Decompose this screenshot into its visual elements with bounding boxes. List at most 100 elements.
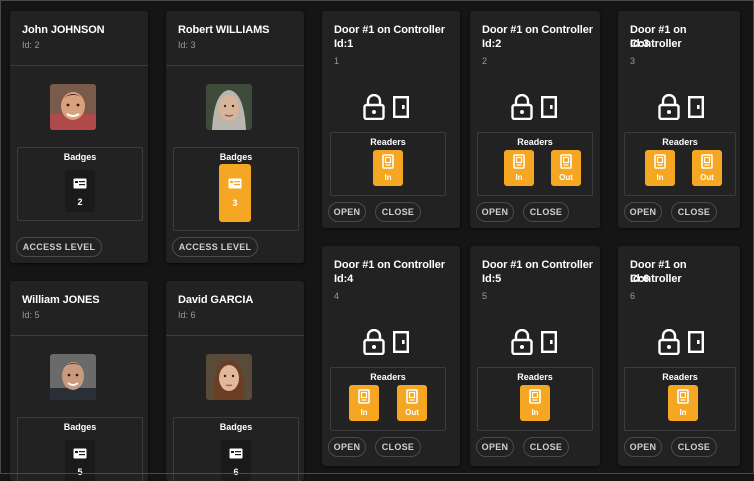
door-status-icons bbox=[363, 94, 413, 120]
door-icon[interactable] bbox=[688, 331, 704, 353]
door-icon[interactable] bbox=[393, 96, 409, 118]
door-card: Door #1 on Controller Id:4 4 Readers In … bbox=[322, 246, 460, 466]
reader-item[interactable]: Out bbox=[397, 385, 427, 421]
reader-label: In bbox=[384, 173, 392, 182]
door-number: 3 bbox=[630, 56, 636, 66]
badges-section: Badges 3 bbox=[173, 147, 299, 231]
door-icon[interactable] bbox=[541, 96, 557, 118]
readers-title: Readers bbox=[370, 137, 406, 147]
badge-count: 6 bbox=[233, 467, 239, 477]
badge-item[interactable]: 5 bbox=[65, 440, 95, 481]
badges-title: Badges bbox=[219, 152, 253, 162]
id-card-icon bbox=[229, 448, 243, 459]
badges-section: Badges 5 bbox=[17, 417, 143, 481]
readers-section: Readers In Out bbox=[477, 132, 593, 196]
lock-icon[interactable] bbox=[658, 94, 680, 120]
reader-item[interactable]: Out bbox=[692, 150, 722, 186]
door-status-icons bbox=[363, 329, 413, 355]
door-number: 2 bbox=[482, 56, 488, 66]
open-button[interactable]: OPEN bbox=[476, 202, 514, 222]
door-number: 1 bbox=[334, 56, 340, 66]
reader-label: In bbox=[531, 408, 539, 417]
door-status-icons bbox=[511, 94, 561, 120]
door-card: Door #1 on Controller Id:3 3 Readers In … bbox=[618, 11, 740, 228]
door-card: Door #1 on Controller Id:1 1 Readers In … bbox=[322, 11, 460, 228]
close-button[interactable]: CLOSE bbox=[671, 202, 717, 222]
door-id: Id:6 bbox=[630, 273, 650, 285]
badge-item[interactable]: 3 bbox=[219, 164, 251, 222]
user-name: John JOHNSON bbox=[22, 24, 105, 36]
reader-item[interactable]: Out bbox=[551, 150, 581, 186]
lock-icon[interactable] bbox=[363, 94, 385, 120]
user-card: William JONES Id: 5 Badges 5 bbox=[10, 281, 148, 481]
badge-item[interactable]: 6 bbox=[221, 440, 251, 481]
door-card: Door #1 on Controller Id:2 2 Readers In … bbox=[470, 11, 600, 228]
badge-count: 3 bbox=[232, 198, 238, 208]
open-button[interactable]: OPEN bbox=[328, 437, 366, 457]
id-card-icon bbox=[228, 178, 242, 189]
door-id: Id:3 bbox=[630, 38, 650, 50]
lock-icon[interactable] bbox=[511, 329, 533, 355]
lock-icon[interactable] bbox=[658, 329, 680, 355]
close-button[interactable]: CLOSE bbox=[375, 437, 421, 457]
user-id: Id: 2 bbox=[22, 40, 40, 50]
card-reader-icon bbox=[406, 389, 418, 404]
reader-item[interactable]: In bbox=[520, 385, 550, 421]
badges-section: Badges 6 bbox=[173, 417, 299, 481]
reader-item[interactable]: In bbox=[668, 385, 698, 421]
avatar[interactable] bbox=[206, 84, 252, 130]
card-reader-icon bbox=[560, 154, 572, 169]
readers-title: Readers bbox=[370, 372, 406, 382]
door-icon[interactable] bbox=[541, 331, 557, 353]
door-title: Door #1 on Controller bbox=[334, 259, 445, 271]
close-button[interactable]: CLOSE bbox=[523, 202, 569, 222]
door-number: 6 bbox=[630, 291, 636, 301]
access-level-button[interactable]: ACCESS LEVEL bbox=[16, 237, 102, 257]
badges-section: Badges 2 bbox=[17, 147, 143, 221]
readers-section: Readers In Out bbox=[330, 367, 446, 431]
lock-icon[interactable] bbox=[511, 94, 533, 120]
door-status-icons bbox=[658, 94, 708, 120]
reader-label: In bbox=[360, 408, 368, 417]
door-id: Id:4 bbox=[334, 273, 354, 285]
user-name: David GARCIA bbox=[178, 294, 254, 306]
badges-title: Badges bbox=[63, 152, 97, 162]
reader-label: In bbox=[679, 408, 687, 417]
open-button[interactable]: OPEN bbox=[624, 202, 662, 222]
id-card-icon bbox=[73, 178, 87, 189]
readers-title: Readers bbox=[662, 137, 698, 147]
id-card-icon bbox=[73, 448, 87, 459]
reader-item[interactable]: In bbox=[373, 150, 403, 186]
door-icon[interactable] bbox=[688, 96, 704, 118]
reader-label: Out bbox=[559, 173, 573, 182]
reader-item[interactable]: In bbox=[645, 150, 675, 186]
door-icon[interactable] bbox=[393, 331, 409, 353]
access-level-button[interactable]: ACCESS LEVEL bbox=[172, 237, 258, 257]
card-reader-icon bbox=[358, 389, 370, 404]
avatar[interactable] bbox=[50, 354, 96, 400]
user-card: Robert WILLIAMS Id: 3 Badges 3 ACCESS LE… bbox=[166, 11, 304, 263]
card-reader-icon bbox=[677, 389, 689, 404]
close-button[interactable]: CLOSE bbox=[523, 437, 569, 457]
close-button[interactable]: CLOSE bbox=[375, 202, 421, 222]
user-name: William JONES bbox=[22, 294, 100, 306]
user-id: Id: 3 bbox=[178, 40, 196, 50]
avatar[interactable] bbox=[206, 354, 252, 400]
card-reader-icon bbox=[701, 154, 713, 169]
reader-item[interactable]: In bbox=[504, 150, 534, 186]
badge-item[interactable]: 2 bbox=[65, 170, 95, 212]
reader-label: In bbox=[515, 173, 523, 182]
open-button[interactable]: OPEN bbox=[328, 202, 366, 222]
reader-item[interactable]: In bbox=[349, 385, 379, 421]
door-number: 4 bbox=[334, 291, 340, 301]
avatar[interactable] bbox=[50, 84, 96, 130]
open-button[interactable]: OPEN bbox=[624, 437, 662, 457]
reader-label: Out bbox=[700, 173, 714, 182]
close-button[interactable]: CLOSE bbox=[671, 437, 717, 457]
door-title: Door #1 on Controller bbox=[482, 259, 593, 271]
open-button[interactable]: OPEN bbox=[476, 437, 514, 457]
lock-icon[interactable] bbox=[363, 329, 385, 355]
user-card: John JOHNSON Id: 2 Badges 2 ACCESS LEVEL bbox=[10, 11, 148, 263]
readers-section: Readers In Out bbox=[624, 132, 736, 196]
readers-section: Readers In bbox=[477, 367, 593, 431]
